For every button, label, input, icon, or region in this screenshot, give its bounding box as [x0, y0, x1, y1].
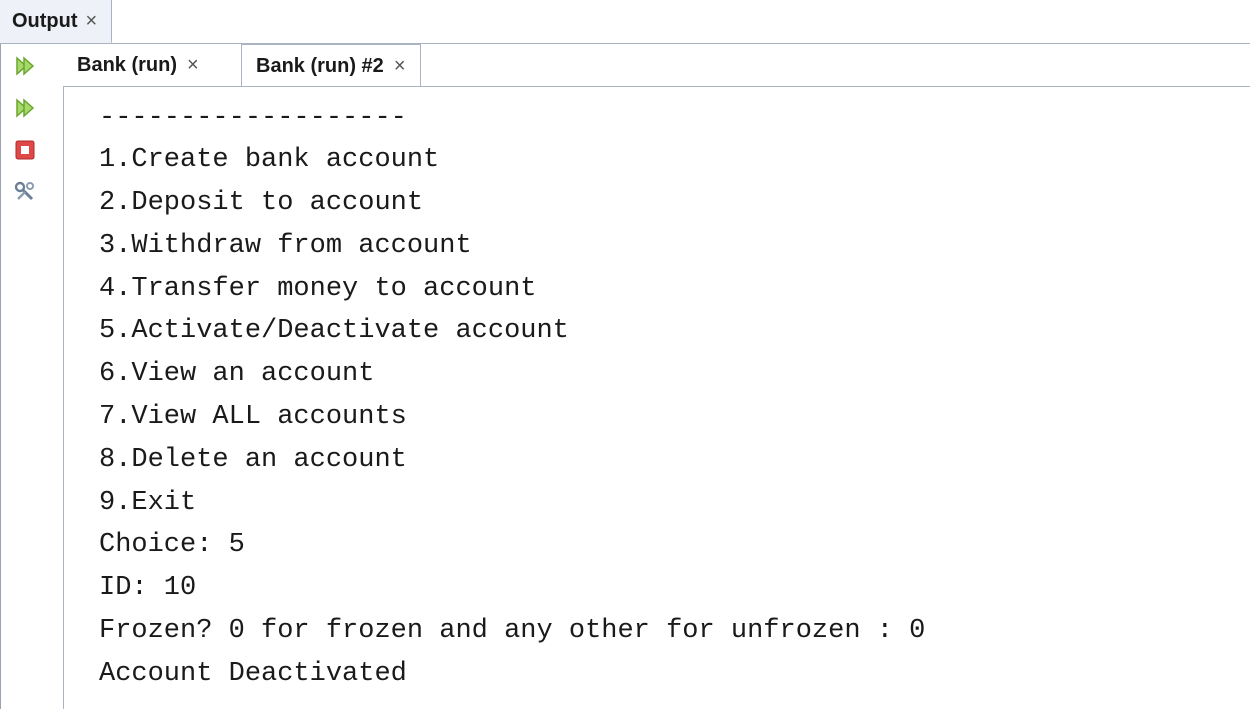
console-line: Choice: 5	[99, 530, 245, 560]
tab-bank-run[interactable]: Bank (run) ×	[63, 44, 213, 86]
console-line: ID: 10	[99, 573, 197, 603]
tab-output-close-icon[interactable]: ×	[86, 10, 98, 33]
rerun-with-params-button[interactable]	[5, 88, 45, 128]
double-arrow-right-icon	[16, 98, 35, 118]
console-line: Frozen? 0 for frozen and any other for u…	[99, 616, 926, 646]
console-line: Account Deactivated	[99, 659, 407, 689]
tab-bank-run-label: Bank (run)	[77, 53, 177, 76]
tab-output[interactable]: Output ×	[0, 0, 113, 43]
console-line: -------------------	[99, 103, 407, 133]
console-line: 1.Create bank account	[99, 145, 440, 175]
window-tab-bar: Output ×	[0, 0, 1250, 44]
console-line: 9.Exit	[99, 488, 197, 518]
side-toolbar	[1, 44, 63, 709]
rerun-button[interactable]	[5, 46, 45, 86]
tab-output-label: Output	[12, 9, 78, 32]
console-output[interactable]: ------------------- 1.Create bank accoun…	[63, 87, 1250, 709]
stop-icon	[15, 140, 35, 160]
tab-bank-run-2-close-icon[interactable]: ×	[394, 55, 406, 78]
console-line: 8.Delete an account	[99, 445, 407, 475]
tab-bank-run-2-label: Bank (run) #2	[256, 54, 384, 77]
console-line: 6.View an account	[99, 359, 375, 389]
console-line: 7.View ALL accounts	[99, 402, 407, 432]
console-line: 4.Transfer money to account	[99, 274, 537, 304]
settings-button[interactable]	[5, 172, 45, 212]
double-arrow-right-icon	[16, 56, 35, 76]
console-line: 2.Deposit to account	[99, 188, 424, 218]
console-line: 5.Activate/Deactivate account	[99, 316, 569, 346]
run-tab-bar: Bank (run) × Bank (run) #2 ×	[63, 44, 1250, 87]
tab-bank-run-2[interactable]: Bank (run) #2 ×	[241, 44, 421, 87]
stop-button[interactable]	[5, 130, 45, 170]
tab-bank-run-close-icon[interactable]: ×	[187, 54, 199, 77]
console-line: 3.Withdraw from account	[99, 231, 472, 261]
wrench-icon	[14, 181, 34, 201]
